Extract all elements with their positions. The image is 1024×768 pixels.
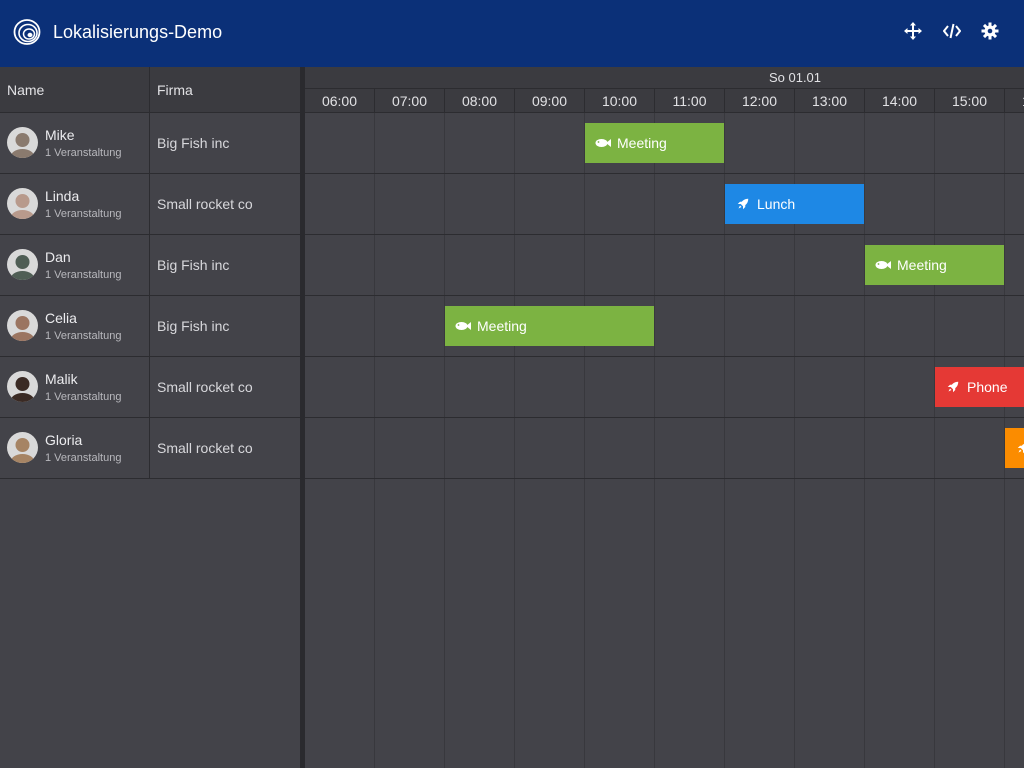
- resource-row[interactable]: Malik 1 Veranstaltung Small rocket co: [0, 357, 300, 418]
- hour-header: 10:00: [585, 89, 655, 113]
- rocket-icon: [1015, 442, 1024, 454]
- avatar: [7, 249, 38, 280]
- resource-company: Big Fish inc: [157, 257, 230, 273]
- event-bar[interactable]: Meeting: [585, 123, 724, 163]
- event-label: Meeting: [897, 257, 947, 273]
- logo-icon: [13, 18, 41, 46]
- event-bar[interactable]: [1005, 428, 1024, 468]
- hour-header: 11:00: [655, 89, 725, 113]
- rocket-icon: [945, 381, 967, 393]
- grid-hline: [305, 234, 1024, 235]
- resource-name: Malik: [45, 371, 78, 387]
- resource-name: Celia: [45, 310, 77, 326]
- code-button[interactable]: [941, 22, 963, 44]
- rocket-icon: [735, 198, 757, 210]
- hour-header: 09:00: [515, 89, 585, 113]
- event-label: Meeting: [617, 135, 667, 151]
- settings-button[interactable]: [979, 22, 1001, 44]
- hour-header: 07:00: [375, 89, 445, 113]
- timeline: So 01.01 06:00 07:00 08:00 09:00 10:00 11:00 1…: [305, 67, 1024, 768]
- resource-row[interactable]: Dan 1 Veranstaltung Big Fish inc: [0, 235, 300, 296]
- grid-header: Name Firma: [0, 67, 300, 113]
- resource-event-count: 1 Veranstaltung: [45, 391, 122, 403]
- hour-header: 12:00: [725, 89, 795, 113]
- event-label: Phone: [967, 379, 1008, 395]
- hour-header: 08:00: [445, 89, 515, 113]
- grid-hline: [305, 295, 1024, 296]
- resource-name: Gloria: [45, 432, 83, 448]
- grid-vline: [514, 113, 515, 768]
- resource-row[interactable]: Mike 1 Veranstaltung Big Fish inc: [0, 113, 300, 174]
- resource-event-count: 1 Veranstaltung: [45, 208, 122, 220]
- avatar: [7, 371, 38, 402]
- event-bar[interactable]: Phone: [935, 367, 1024, 407]
- code-icon: [942, 22, 962, 45]
- event-bar[interactable]: Meeting: [865, 245, 1004, 285]
- column-header-name[interactable]: Name: [7, 67, 44, 113]
- avatar: [7, 188, 38, 219]
- grid-vline: [654, 113, 655, 768]
- avatar: [7, 310, 38, 341]
- resource-grid: Name Firma Mike 1 Veranstaltung Big Fish i…: [0, 67, 300, 768]
- resource-company: Big Fish inc: [157, 135, 230, 151]
- fish-icon: [455, 320, 477, 332]
- resource-name: Linda: [45, 188, 80, 204]
- grid-hline: [305, 417, 1024, 418]
- avatar: [7, 127, 38, 158]
- resource-company: Small rocket co: [157, 379, 253, 395]
- grid-vline: [584, 113, 585, 768]
- resource-row[interactable]: Gloria 1 Veranstaltung Small rocket co: [0, 418, 300, 479]
- grid-vline: [374, 113, 375, 768]
- hour-header: 14:00: [865, 89, 935, 113]
- grid-vline: [444, 113, 445, 768]
- move-button[interactable]: [902, 21, 924, 45]
- day-label: So 01.01: [768, 70, 822, 85]
- grid-hline: [305, 478, 1024, 479]
- grid-hline: [305, 173, 1024, 174]
- event-label: Meeting: [477, 318, 527, 334]
- resource-row[interactable]: Celia 1 Veranstaltung Big Fish inc: [0, 296, 300, 357]
- app-header: Lokalisierungs-Demo: [0, 0, 1024, 67]
- resource-event-count: 1 Veranstaltung: [45, 452, 122, 464]
- timeline-header: So 01.01 06:00 07:00 08:00 09:00 10:00 11:00 1…: [305, 67, 1024, 113]
- fish-icon: [595, 137, 617, 149]
- fish-icon: [875, 259, 897, 271]
- event-bar[interactable]: Meeting: [445, 306, 654, 346]
- grid-vline: [864, 113, 865, 768]
- move-icon: [904, 21, 922, 45]
- resource-name: Dan: [45, 249, 71, 265]
- avatar: [7, 432, 38, 463]
- hour-header: 16:00: [1005, 89, 1024, 113]
- event-label: Lunch: [757, 196, 796, 212]
- resource-name: Mike: [45, 127, 75, 143]
- hour-header: 06:00: [305, 89, 375, 113]
- app-title: Lokalisierungs-Demo: [53, 22, 223, 42]
- event-bar[interactable]: Lunch: [725, 184, 864, 224]
- resource-company: Big Fish inc: [157, 318, 230, 334]
- grid-vline: [934, 113, 935, 768]
- resource-row[interactable]: Linda 1 Veranstaltung Small rocket co: [0, 174, 300, 235]
- gear-icon: [981, 22, 999, 45]
- resource-company: Small rocket co: [157, 196, 253, 212]
- hour-header: 13:00: [795, 89, 865, 113]
- resource-company: Small rocket co: [157, 440, 253, 456]
- hour-header: 15:00: [935, 89, 1005, 113]
- grid-hline: [305, 356, 1024, 357]
- resource-event-count: 1 Veranstaltung: [45, 269, 122, 281]
- resource-event-count: 1 Veranstaltung: [45, 147, 122, 159]
- resource-event-count: 1 Veranstaltung: [45, 330, 122, 342]
- column-header-company[interactable]: Firma: [157, 67, 193, 113]
